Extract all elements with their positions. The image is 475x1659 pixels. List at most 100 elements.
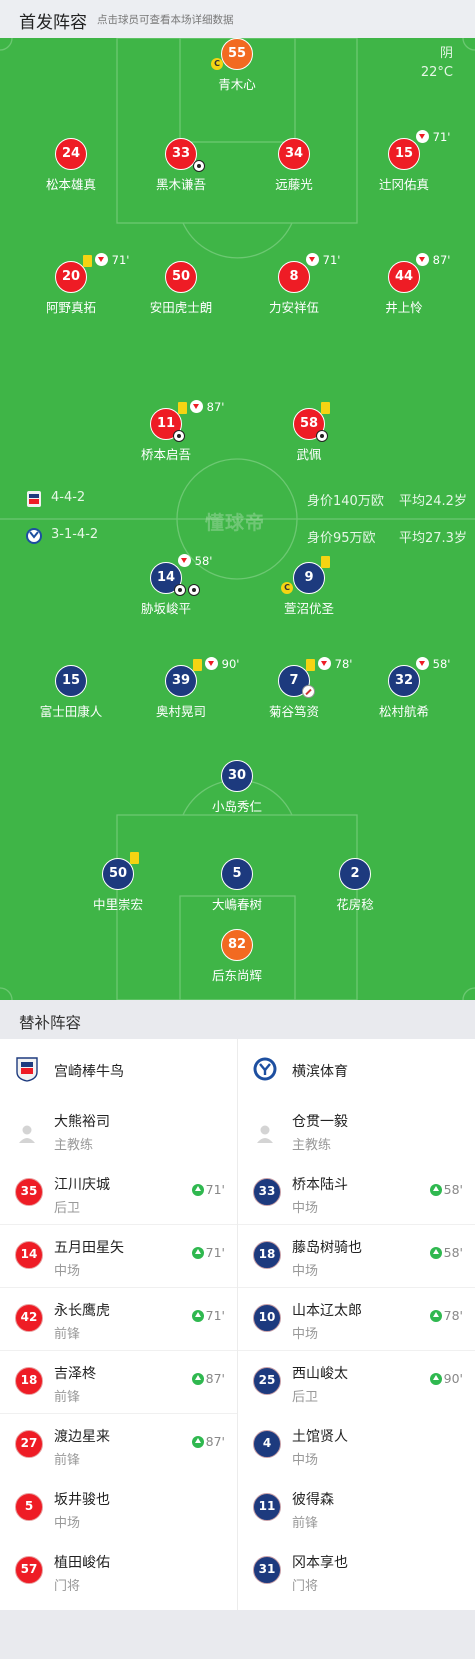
sub-off-minute: 90' <box>221 657 240 671</box>
sub-position: 后卫 <box>54 1201 81 1216</box>
goal-ball-icon <box>193 160 205 172</box>
player-name: 武佩 <box>296 447 322 462</box>
sub-player-row[interactable]: 25 西山峻太 后卫 90' <box>238 1351 475 1414</box>
player-home-gk[interactable]: 55 C 青木心 <box>182 38 292 94</box>
player-away[interactable]: 2 花房稔 <box>300 858 410 914</box>
sub-on-indicator: 71' <box>191 1182 225 1197</box>
sub-off-indicator: 90' <box>205 657 239 671</box>
sub-off-indicator: 58' <box>178 554 212 568</box>
away-coach-row[interactable]: 仓贯一毅 主教练 <box>238 1099 475 1162</box>
injury-icon <box>302 685 315 698</box>
yellow-card-icon <box>193 659 202 671</box>
sub-player-row[interactable]: 27 渡边星来 前锋 87' <box>0 1414 237 1477</box>
player-away-gk[interactable]: 82 后东尚辉 <box>182 929 292 985</box>
sub-player-row[interactable]: 33 桥本陆斗 中场 58' <box>238 1162 475 1225</box>
sub-off-icon <box>95 253 108 266</box>
sub-on-indicator: 58' <box>429 1245 463 1260</box>
sub-on-indicator: 71' <box>191 1245 225 1260</box>
sub-position: 前锋 <box>54 1327 81 1342</box>
player-name: 花房稔 <box>336 897 374 912</box>
player-away[interactable]: 50 中里崇宏 <box>63 852 173 914</box>
sub-number: 4 <box>253 1430 281 1458</box>
sub-name: 坂井骏也 <box>54 1492 110 1508</box>
player-home[interactable]: 20 71' 阿野真拓 <box>16 253 129 317</box>
sub-player-row[interactable]: 42 永长鹰虎 前锋 71' <box>0 1288 237 1351</box>
player-home[interactable]: 15 71' 辻冈佑真 <box>349 130 459 194</box>
player-away[interactable]: 32 58' 松村航希 <box>349 657 459 721</box>
player-away[interactable]: 7 78' 菊谷笃资 <box>239 657 352 721</box>
sub-name: 五月田星矢 <box>54 1240 124 1256</box>
sub-name: 山本辽太郎 <box>292 1303 362 1319</box>
captain-icon: C <box>281 582 293 594</box>
player-home[interactable]: 8 71' 力安祥伍 <box>239 253 349 317</box>
sub-player-row[interactable]: 4 土馆贤人 中场 <box>238 1414 475 1477</box>
player-home[interactable]: 50 安田虎士朗 <box>126 261 236 317</box>
sub-number: 25 <box>253 1367 281 1395</box>
sub-off-minute: 87' <box>432 253 451 267</box>
header-subtitle: 点击球员可查看本场详细数据 <box>97 14 234 26</box>
sub-on-icon <box>191 1310 204 1322</box>
player-away[interactable]: 39 90' 奥村晃司 <box>126 657 239 721</box>
sub-on-icon <box>429 1373 442 1385</box>
sub-player-row[interactable]: 14 五月田星矢 中场 71' <box>0 1225 237 1288</box>
away-team-row[interactable]: 横滨体育 <box>238 1039 475 1099</box>
subs-header: 替补阵容 <box>0 1000 475 1039</box>
player-home[interactable]: 24 松本雄真 <box>16 138 126 194</box>
sub-player-row[interactable]: 10 山本辽太郎 中场 78' <box>238 1288 475 1351</box>
sub-player-row[interactable]: 57 植田峻佑 门将 <box>0 1540 237 1603</box>
away-subs-column: 横滨体育 仓贯一毅 主教练 33 桥本陆斗 中场 58' 18 藤岛树骑也 中场… <box>238 1039 475 1603</box>
home-avg-age: 平均24.2岁 <box>399 494 467 509</box>
player-name: 菊谷笃资 <box>268 704 319 719</box>
sub-player-row[interactable]: 18 吉泽柊 前锋 87' <box>0 1351 237 1414</box>
goal-ball-icon <box>173 430 185 442</box>
captain-icon: C <box>211 58 223 70</box>
player-away[interactable]: 5 大嶋春树 <box>182 858 292 914</box>
sub-on-indicator: 58' <box>429 1182 463 1197</box>
sub-name: 吉泽柊 <box>54 1366 96 1382</box>
yellow-card-icon <box>83 255 92 267</box>
sub-off-icon <box>318 657 331 670</box>
sub-on-minute: 58' <box>443 1245 463 1260</box>
sub-off-minute: 58' <box>194 554 213 568</box>
player-name: 安田虎士朗 <box>149 300 213 315</box>
player-home[interactable]: 58 武佩 <box>254 402 364 464</box>
sub-number: 42 <box>15 1304 43 1332</box>
away-team-name: 横滨体育 <box>292 1064 348 1080</box>
player-name: 富士田康人 <box>39 704 103 719</box>
player-number: 2 <box>339 858 371 890</box>
sub-player-row[interactable]: 18 藤岛树骑也 中场 58' <box>238 1225 475 1288</box>
sub-player-row[interactable]: 35 江川庆城 后卫 71' <box>0 1162 237 1225</box>
sub-on-icon <box>429 1310 442 1322</box>
coach-avatar-icon <box>257 1125 273 1143</box>
player-name: 松本雄真 <box>45 177 96 192</box>
player-name: 中里崇宏 <box>92 897 143 912</box>
sub-off-indicator: 58' <box>416 657 450 671</box>
home-team-row[interactable]: 宫崎棒牛鸟 <box>0 1039 237 1099</box>
player-away[interactable]: 9 C 萱沼优圣 <box>254 556 364 618</box>
sub-player-row[interactable]: 5 坂井骏也 中场 <box>0 1477 237 1540</box>
sub-off-icon <box>416 657 429 670</box>
player-home[interactable]: 44 87' 井上怜 <box>349 253 459 317</box>
sub-player-row[interactable]: 31 冈本享也 门将 <box>238 1540 475 1603</box>
sub-name: 冈本享也 <box>292 1555 348 1571</box>
away-market-value: 身价95万欧 <box>307 531 376 546</box>
player-name: 辻冈佑真 <box>378 177 429 192</box>
weather-temperature: 22°C <box>420 65 453 80</box>
player-home[interactable]: 33 黑木谦吾 <box>126 138 236 194</box>
sub-on-minute: 87' <box>205 1371 225 1386</box>
player-name: 奥村晃司 <box>155 704 206 719</box>
player-away[interactable]: 30 小岛秀仁 <box>182 760 292 816</box>
sub-on-icon <box>191 1184 204 1196</box>
sub-player-row[interactable]: 11 彼得森 前锋 <box>238 1477 475 1540</box>
player-away[interactable]: 14 58' 胁坂峻平 <box>111 554 221 618</box>
sub-position: 中场 <box>54 1516 81 1531</box>
sub-off-minute: 71' <box>432 130 451 144</box>
player-home[interactable]: 11 87' 桥本启吾 <box>111 400 224 464</box>
player-number: 50 <box>165 261 197 293</box>
subs-title: 替补阵容 <box>19 1014 82 1032</box>
player-away[interactable]: 15 富士田康人 <box>16 665 126 721</box>
sub-position: 前锋 <box>292 1516 319 1531</box>
player-home[interactable]: 34 远藤光 <box>239 138 349 194</box>
home-coach-row[interactable]: 大熊裕司 主教练 <box>0 1099 237 1162</box>
home-market-value: 身价140万欧 <box>307 494 384 509</box>
